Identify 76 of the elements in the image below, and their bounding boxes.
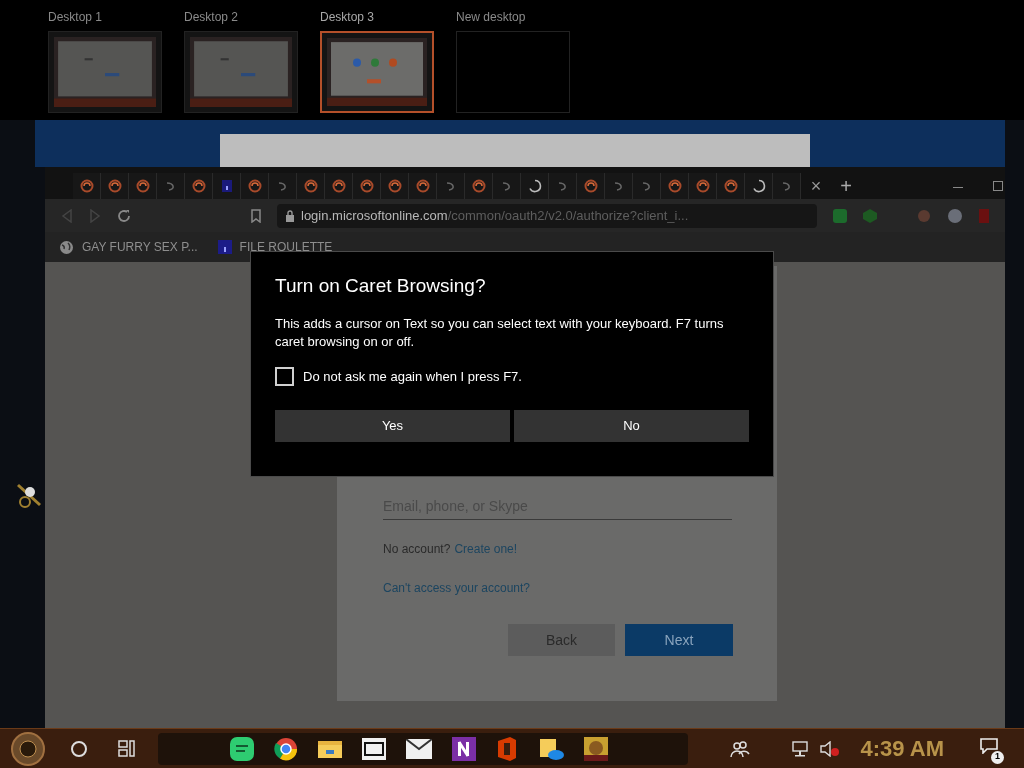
close-icon[interactable]: × — [801, 173, 831, 199]
start-button[interactable] — [8, 730, 48, 767]
chat-icon[interactable] — [230, 736, 254, 761]
browser-icon[interactable] — [274, 736, 298, 761]
badge-icon — [221, 180, 232, 192]
hook-icon — [612, 180, 625, 192]
cloud-folder-icon[interactable] — [538, 736, 564, 761]
office-icon[interactable] — [496, 736, 518, 761]
clock[interactable]: 4:39 AM — [860, 732, 944, 765]
game-icon[interactable] — [584, 736, 608, 761]
swirl-icon — [303, 179, 318, 193]
swirl-icon — [79, 179, 94, 193]
search-icon[interactable] — [70, 739, 88, 758]
swirl-icon — [135, 179, 150, 193]
address-bar[interactable]: login.microsoftonline.com/common/oauth2/v2.0/authorize?client_i... — [277, 203, 817, 228]
checkbox[interactable] — [275, 366, 294, 386]
no-account-text: No account? — [383, 541, 451, 558]
message-icon — [980, 737, 998, 754]
dialog-message: This adds a cursor on Text so you can select text with your keyboard. F7 turns caret browsing on or off. — [275, 314, 725, 351]
bookmark-item[interactable]: GAY FURRY SEX P... — [59, 238, 198, 256]
hook-icon — [164, 180, 177, 192]
maximize-icon[interactable] — [993, 181, 1003, 191]
mail-icon[interactable] — [406, 738, 432, 759]
extension-icon[interactable] — [833, 208, 847, 223]
people-icon[interactable] — [730, 739, 751, 758]
swirl-icon — [247, 179, 262, 193]
lock-icon — [285, 209, 295, 222]
hook-icon — [640, 180, 653, 192]
spinner-icon — [527, 179, 542, 193]
hook-icon — [500, 180, 513, 192]
swirl-icon — [191, 179, 206, 193]
swirl-icon — [667, 179, 682, 193]
hook-icon — [444, 180, 457, 192]
volume-icon[interactable] — [820, 740, 841, 757]
desktop-thumbnail[interactable] — [184, 31, 298, 113]
new-tab-button[interactable]: + — [831, 173, 861, 199]
network-icon[interactable] — [792, 740, 811, 757]
extension-icon[interactable] — [863, 208, 877, 223]
browser-tab[interactable] — [521, 173, 549, 199]
notebook-icon[interactable] — [452, 736, 476, 761]
bookmark-icon[interactable] — [251, 208, 261, 223]
desktop-label: Desktop 2 — [184, 9, 240, 26]
swirl-icon — [387, 179, 402, 193]
hook-icon — [276, 180, 289, 192]
swirl-icon — [331, 179, 346, 193]
swirl-icon — [471, 179, 486, 193]
desktop-thumbnail[interactable] — [320, 31, 434, 113]
swirl-icon — [695, 179, 710, 193]
checkbox-label: Do not ask me again when I press F7. — [303, 367, 522, 386]
desktop-thumbnail[interactable] — [456, 31, 570, 113]
swirl-icon — [723, 179, 738, 193]
swirl-icon — [583, 179, 598, 193]
globe-icon — [59, 239, 74, 255]
swirl-icon — [107, 179, 122, 193]
swirl-icon — [359, 179, 374, 193]
dialog-button[interactable]: Yes — [275, 410, 510, 442]
desktop-label: New desktop — [456, 9, 527, 26]
desktop-label: Desktop 1 — [48, 9, 104, 26]
desktop-thumbnail[interactable] — [48, 31, 162, 113]
next-button[interactable]: Next — [625, 624, 733, 656]
url-text: login.microsoftonline.com/common/oauth2/v2.0/authorize?client_i... — [301, 206, 689, 225]
minimize-icon[interactable] — [953, 187, 963, 189]
reload-icon[interactable] — [117, 208, 131, 223]
badge-icon — [217, 240, 232, 254]
dialog-button[interactable]: No — [514, 410, 749, 442]
dialog-title: Turn on Caret Browsing? — [275, 274, 487, 298]
desktop-label: Desktop 3 — [320, 9, 376, 26]
hook-icon — [556, 180, 569, 192]
avatar-icon[interactable] — [947, 207, 963, 224]
notification-count: 1 — [991, 750, 1004, 764]
swirl-icon — [415, 179, 430, 193]
task-view-icon[interactable] — [118, 739, 136, 758]
browser-tab[interactable] — [745, 173, 773, 199]
hook-icon — [780, 180, 793, 192]
spinner-icon — [751, 179, 766, 193]
bookmark-item[interactable]: FILE ROULETTE — [217, 238, 333, 256]
